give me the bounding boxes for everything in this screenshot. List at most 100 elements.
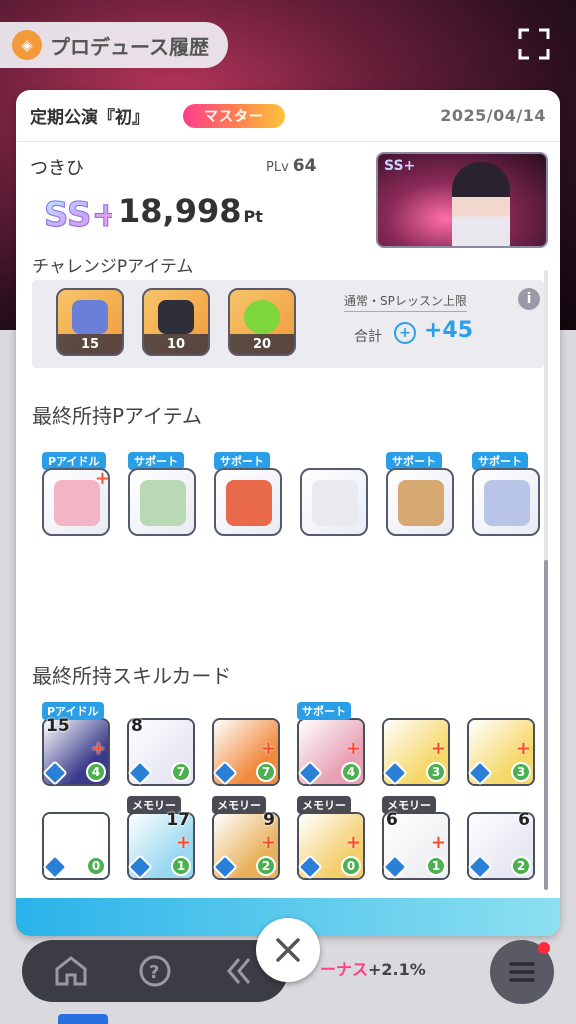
thumbnail-grade: SS+ bbox=[384, 158, 416, 174]
skill-cards-section-title: 最終所持スキルカード bbox=[32, 664, 232, 688]
skill-card-cost: 17 bbox=[166, 810, 190, 830]
item-art bbox=[72, 300, 108, 334]
skill-card-stamina: 4 bbox=[86, 762, 106, 782]
skill-card[interactable]: メモリー +0 bbox=[297, 796, 365, 880]
enhanced-plus-icon: + bbox=[345, 738, 361, 759]
enhanced-plus-icon: + bbox=[515, 738, 531, 759]
info-icon[interactable]: i bbox=[518, 288, 540, 310]
skill-card[interactable]: 87 bbox=[127, 716, 195, 786]
enhanced-plus-icon: + bbox=[430, 738, 446, 759]
skill-card[interactable]: メモリー 6 +1 bbox=[382, 796, 450, 880]
skill-card-stamina: 0 bbox=[86, 856, 106, 876]
skill-card[interactable]: +3 bbox=[382, 718, 450, 786]
challenge-item[interactable]: 10 bbox=[142, 288, 210, 356]
close-icon bbox=[276, 938, 300, 962]
p-item-frame bbox=[214, 468, 282, 536]
result-summary: つきひ PLv 64 SS+ 18,998 Pt SS+ bbox=[16, 142, 560, 254]
grade-badge: SS+ bbox=[44, 195, 113, 236]
enhanced-plus-icon: + bbox=[260, 832, 276, 853]
skill-card-stamina: 2 bbox=[511, 856, 531, 876]
enhanced-plus-icon: + bbox=[260, 738, 276, 759]
p-item-slot[interactable] bbox=[300, 468, 370, 538]
menu-button[interactable] bbox=[490, 940, 554, 1004]
skill-card[interactable]: +7 bbox=[212, 718, 280, 786]
skill-card-tag: メモリー bbox=[297, 796, 351, 814]
p-item-frame bbox=[128, 468, 196, 536]
bonus-text: ーナス+2.1% bbox=[320, 960, 426, 979]
modal-header: 定期公演『初』 マスター 2025/04/14 bbox=[16, 90, 560, 142]
challenge-item[interactable]: 20 bbox=[228, 288, 296, 356]
scrollbar[interactable] bbox=[544, 270, 548, 890]
skill-card-stamina: 3 bbox=[511, 762, 531, 782]
skill-card-stamina: 1 bbox=[171, 856, 191, 876]
character-name: つきひ bbox=[30, 158, 84, 179]
bonus-icon: + bbox=[394, 322, 416, 344]
close-button[interactable] bbox=[256, 918, 320, 982]
challenge-item[interactable]: 15 bbox=[56, 288, 124, 356]
total-label: 合計 bbox=[354, 329, 382, 345]
p-item-art bbox=[398, 480, 444, 526]
svg-text:?: ? bbox=[149, 962, 159, 983]
skill-card-stamina: 1 bbox=[426, 856, 446, 876]
lesson-limit-label: 通常・SPレッスン上限 bbox=[344, 292, 467, 312]
back-icon bbox=[227, 958, 251, 984]
p-item-slot[interactable]: Pアイドル + bbox=[42, 452, 112, 538]
idol-thumbnail[interactable]: SS+ bbox=[376, 152, 548, 248]
menu-icon bbox=[509, 962, 535, 982]
p-item-slot[interactable]: サポート bbox=[472, 452, 542, 538]
skill-card[interactable]: 0 bbox=[42, 812, 110, 880]
history-icon: ◈ bbox=[12, 30, 42, 60]
skill-card-stamina: 0 bbox=[341, 856, 361, 876]
fullscreen-icon[interactable] bbox=[518, 28, 550, 60]
skill-card[interactable]: メモリー 17 +1 bbox=[127, 796, 195, 880]
idol-figure bbox=[452, 162, 510, 246]
p-item-slot[interactable]: サポート bbox=[214, 452, 284, 538]
notification-dot bbox=[538, 942, 550, 954]
challenge-section-title: チャレンジPアイテム bbox=[32, 257, 194, 277]
p-item-slot[interactable]: サポート bbox=[128, 452, 198, 538]
enhanced-plus-icon: + bbox=[430, 832, 446, 853]
home-button[interactable] bbox=[40, 940, 102, 1002]
produce-date: 2025/04/14 bbox=[440, 106, 546, 125]
skill-card-stamina: 7 bbox=[256, 762, 276, 782]
producer-level: PLv 64 bbox=[266, 156, 317, 176]
skill-card-stamina: 4 bbox=[341, 762, 361, 782]
skill-card-cost: 8 bbox=[131, 716, 143, 736]
enhanced-plus-icon: + bbox=[90, 738, 106, 759]
svg-text:SS+: SS+ bbox=[44, 195, 112, 235]
p-item-art bbox=[226, 480, 272, 526]
help-icon: ? bbox=[139, 955, 171, 987]
rank-badge: マスター bbox=[183, 103, 285, 128]
skill-card-tag: サポート bbox=[297, 702, 351, 720]
p-item-frame bbox=[472, 468, 540, 536]
bottom-navigation: ? bbox=[22, 940, 288, 1002]
skill-card[interactable]: 62 bbox=[467, 810, 535, 880]
p-item-art bbox=[484, 480, 530, 526]
scrollbar-thumb[interactable] bbox=[544, 560, 548, 890]
skill-card-cost: 6 bbox=[386, 810, 398, 830]
p-item-slot[interactable]: サポート bbox=[386, 452, 456, 538]
enhanced-plus-icon: + bbox=[345, 832, 361, 853]
skill-card[interactable]: Pアイドル 15 +4 bbox=[42, 702, 110, 786]
history-scroll-area[interactable]: チャレンジPアイテム 15 10 20 通常・SPレッスン上限 合計 + +45… bbox=[16, 256, 560, 898]
help-button[interactable]: ? bbox=[124, 940, 186, 1002]
skill-card-stamina: 3 bbox=[426, 762, 446, 782]
enhanced-plus-icon: + bbox=[175, 832, 191, 853]
p-item-art bbox=[312, 480, 358, 526]
item-art bbox=[158, 300, 194, 334]
item-count: 10 bbox=[144, 334, 208, 354]
skill-card-stamina: 2 bbox=[256, 856, 276, 876]
item-art bbox=[244, 300, 280, 334]
skill-card[interactable]: +3 bbox=[467, 718, 535, 786]
bottom-banner-edge bbox=[58, 1014, 108, 1024]
skill-card[interactable]: サポート +4 bbox=[297, 702, 365, 786]
p-items-section-title: 最終所持Pアイテム bbox=[32, 404, 203, 428]
enhanced-plus-icon: + bbox=[94, 468, 110, 489]
skill-card[interactable]: メモリー 9 +2 bbox=[212, 796, 280, 880]
item-count: 20 bbox=[230, 334, 294, 354]
page-title: プロデュース履歴 bbox=[50, 34, 209, 59]
total-score: 18,998 Pt bbox=[118, 192, 263, 230]
history-header: ◈ プロデュース履歴 bbox=[0, 22, 228, 68]
challenge-items-panel: 15 10 20 通常・SPレッスン上限 合計 + +45 i bbox=[32, 280, 544, 368]
skill-card-cost: 6 bbox=[518, 810, 530, 830]
